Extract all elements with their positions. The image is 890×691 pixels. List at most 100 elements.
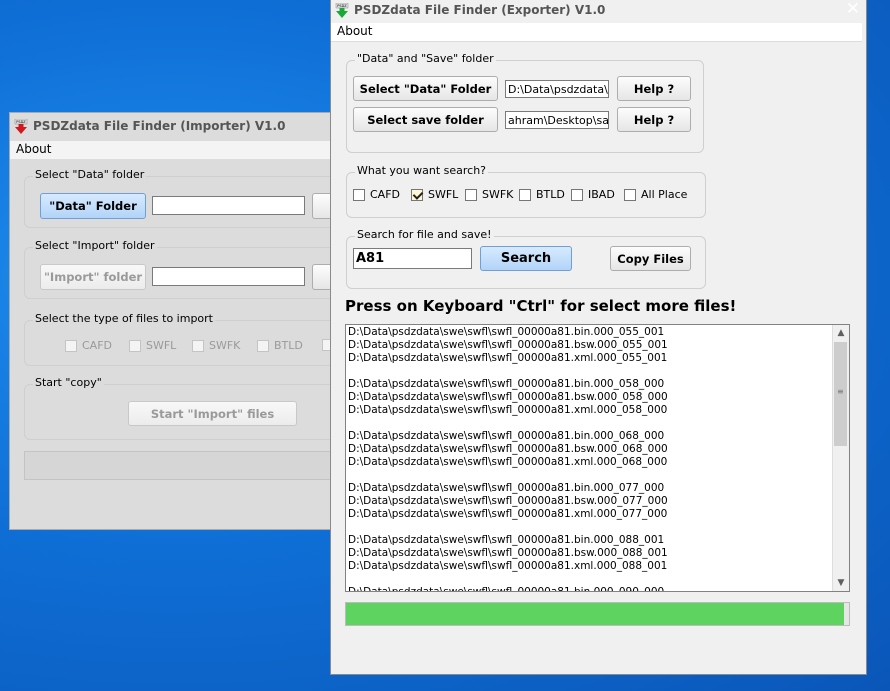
scroll-down-icon[interactable]: ▼ xyxy=(833,575,849,591)
importer-import-path-field[interactable] xyxy=(152,267,305,286)
importer-type-swfk[interactable]: SWFK xyxy=(192,339,240,352)
checkbox[interactable] xyxy=(65,339,77,352)
scroll-up-icon[interactable]: ▲ xyxy=(833,325,849,341)
search-type-ibad[interactable]: IBAD xyxy=(571,188,615,201)
results-listbox[interactable]: D:\Data\psdzdata\swe\swfl\swfl_00000a81.… xyxy=(345,324,850,592)
close-icon[interactable]: ✕ xyxy=(846,0,860,19)
save-help-button[interactable]: Help ? xyxy=(617,107,691,132)
data-path-field[interactable]: D:\Data\psdzdata\sw xyxy=(505,80,609,98)
exporter-window: PSDZ PSDZdata File Finder (Exporter) V1.… xyxy=(330,0,867,675)
importer-copy-group-label: Start "copy" xyxy=(33,376,104,389)
checkbox[interactable] xyxy=(624,188,636,201)
importer-window: PSDZ PSDZdata File Finder (Importer) V1.… xyxy=(9,112,344,530)
importer-body: Select "Data" folder "Data" Folder Selec… xyxy=(10,160,344,529)
importer-menu-about[interactable]: About xyxy=(16,142,51,156)
select-data-folder-button[interactable]: Select "Data" Folder xyxy=(353,76,498,101)
copy-files-button[interactable]: Copy Files xyxy=(610,246,691,271)
exporter-search-type-label: What you want search? xyxy=(355,164,489,177)
progress-fill xyxy=(346,603,844,625)
importer-import-group-label: Select "Import" folder xyxy=(33,239,157,252)
checkbox-label: SWFL xyxy=(146,339,177,352)
list-item[interactable] xyxy=(346,365,849,378)
list-item[interactable]: D:\Data\psdzdata\swe\swfl\swfl_00000a81.… xyxy=(346,430,849,443)
list-item[interactable] xyxy=(346,573,849,586)
importer-titlebar[interactable]: PSDZ PSDZdata File Finder (Importer) V1.… xyxy=(10,115,338,137)
svg-text:PSDZ: PSDZ xyxy=(16,120,26,124)
list-item[interactable]: D:\Data\psdzdata\swe\swfl\swfl_00000a81.… xyxy=(346,443,849,456)
importer-data-folder-button[interactable]: "Data" Folder xyxy=(40,193,146,219)
svg-text:PSDZ: PSDZ xyxy=(337,4,347,8)
search-type-cafd[interactable]: CAFD xyxy=(353,188,400,201)
checkbox[interactable] xyxy=(353,188,365,201)
checkbox[interactable] xyxy=(257,339,269,352)
list-item[interactable]: D:\Data\psdzdata\swe\swfl\swfl_00000a81.… xyxy=(346,560,849,573)
exporter-folder-group-label: "Data" and "Save" folder xyxy=(355,52,496,65)
list-item[interactable]: D:\Data\psdzdata\swe\swfl\swfl_00000a81.… xyxy=(346,482,849,495)
results-list: D:\Data\psdzdata\swe\swfl\swfl_00000a81.… xyxy=(346,325,849,591)
checkbox-label: CAFD xyxy=(82,339,113,352)
app-logo-icon: PSDZ xyxy=(14,118,28,134)
app-logo-icon: PSDZ xyxy=(335,2,349,18)
importer-copy-group: Start "copy" Start "Import" files xyxy=(24,376,344,440)
importer-menubar: About xyxy=(10,141,338,160)
search-type-swfl[interactable]: SWFL xyxy=(411,188,458,201)
importer-progress-bar xyxy=(24,451,344,480)
importer-data-group: Select "Data" folder "Data" Folder xyxy=(24,168,344,228)
importer-type-btld[interactable]: BTLD xyxy=(257,339,303,352)
importer-import-folder-button[interactable]: "Import" folder xyxy=(40,264,146,290)
checkbox-label: All Place xyxy=(641,188,688,201)
checkbox[interactable] xyxy=(192,339,204,352)
search-type-btld[interactable]: BTLD xyxy=(519,188,565,201)
ctrl-hint-label: Press on Keyboard "Ctrl" for select more… xyxy=(345,297,737,315)
list-item[interactable] xyxy=(346,521,849,534)
exporter-search-type-group: What you want search? CAFD SWFL SWFK BTL… xyxy=(346,164,706,218)
list-item[interactable]: D:\Data\psdzdata\swe\swfl\swfl_00000a81.… xyxy=(346,508,849,521)
checkbox[interactable] xyxy=(571,188,583,201)
importer-import-group: Select "Import" folder "Import" folder xyxy=(24,239,344,299)
list-item[interactable]: D:\Data\psdzdata\swe\swfl\swfl_00000a81.… xyxy=(346,352,849,365)
exporter-menubar: About xyxy=(331,23,862,42)
scroll-thumb-grip-icon: ≡ xyxy=(837,387,844,396)
exporter-menu-about[interactable]: About xyxy=(337,24,372,38)
checkbox-label: SWFK xyxy=(482,188,514,201)
checkbox[interactable] xyxy=(129,339,141,352)
exporter-progress-bar xyxy=(345,602,850,626)
importer-type-swfl[interactable]: SWFL xyxy=(129,339,176,352)
list-item[interactable]: D:\Data\psdzdata\swe\swfl\swfl_00000a81.… xyxy=(346,326,849,339)
list-item[interactable]: D:\Data\psdzdata\swe\swfl\swfl_00000a81.… xyxy=(346,404,849,417)
data-help-button[interactable]: Help ? xyxy=(617,76,691,101)
search-button[interactable]: Search xyxy=(480,246,572,271)
search-type-all-place[interactable]: All Place xyxy=(624,188,687,201)
exporter-title: PSDZdata File Finder (Exporter) V1.0 xyxy=(354,3,606,17)
save-path-field[interactable]: ahram\Desktop\save xyxy=(505,111,609,129)
checkbox-label: SWFL xyxy=(428,188,459,201)
list-item[interactable] xyxy=(346,417,849,430)
checkbox-label: CAFD xyxy=(370,188,401,201)
importer-start-import-button[interactable]: Start "Import" files xyxy=(128,401,297,426)
checkbox[interactable] xyxy=(411,188,423,201)
search-input[interactable]: A81 xyxy=(353,248,472,269)
importer-data-group-label: Select "Data" folder xyxy=(33,168,147,181)
list-item[interactable]: D:\Data\psdzdata\swe\swfl\swfl_00000a81.… xyxy=(346,456,849,469)
importer-data-path-field[interactable] xyxy=(152,196,305,215)
importer-types-group-label: Select the type of files to import xyxy=(33,312,215,325)
list-item[interactable]: D:\Data\psdzdata\swe\swfl\swfl_00000a81.… xyxy=(346,534,849,547)
list-item[interactable]: D:\Data\psdzdata\swe\swfl\swfl_00000a81.… xyxy=(346,495,849,508)
importer-type-cafd[interactable]: CAFD xyxy=(65,339,112,352)
checkbox-label: BTLD xyxy=(274,339,303,352)
list-item[interactable]: D:\Data\psdzdata\swe\swfl\swfl_00000a81.… xyxy=(346,378,849,391)
checkbox[interactable] xyxy=(465,188,477,201)
list-item[interactable]: D:\Data\psdzdata\swe\swfl\swfl_00000a81.… xyxy=(346,547,849,560)
checkbox-label: IBAD xyxy=(588,188,615,201)
results-scrollbar[interactable]: ▲ ≡ ▼ xyxy=(832,325,849,591)
list-item[interactable] xyxy=(346,469,849,482)
list-item[interactable]: D:\Data\psdzdata\swe\swfl\swfl_00000a81.… xyxy=(346,586,849,591)
exporter-titlebar[interactable]: PSDZ PSDZdata File Finder (Exporter) V1.… xyxy=(331,0,866,21)
select-save-folder-button[interactable]: Select save folder xyxy=(353,107,498,132)
search-type-swfk[interactable]: SWFK xyxy=(465,188,513,201)
importer-types-group: Select the type of files to import CAFD … xyxy=(24,312,344,366)
list-item[interactable]: D:\Data\psdzdata\swe\swfl\swfl_00000a81.… xyxy=(346,339,849,352)
list-item[interactable]: D:\Data\psdzdata\swe\swfl\swfl_00000a81.… xyxy=(346,391,849,404)
checkbox-label: BTLD xyxy=(536,188,565,201)
checkbox[interactable] xyxy=(519,188,531,201)
